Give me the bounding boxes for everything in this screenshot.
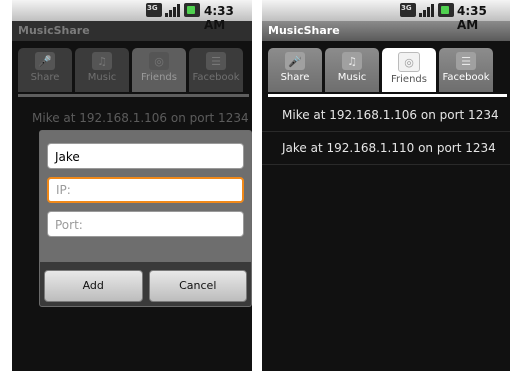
tab-label: Share	[30, 72, 60, 83]
mic-icon: 🎤	[285, 52, 305, 70]
status-time: 4:33 AM	[204, 4, 234, 32]
tab-bar: 🎤 Share ♫ Music ◎ Friends ☰ Facebook	[262, 41, 510, 94]
tab-share[interactable]: 🎤 Share	[18, 48, 72, 92]
tab-music[interactable]: ♫ Music	[75, 48, 129, 92]
status-icons	[146, 3, 200, 17]
add-button[interactable]: Add	[44, 270, 143, 302]
tab-share[interactable]: 🎤 Share	[268, 48, 322, 92]
status-icons	[400, 3, 454, 17]
tab-facebook[interactable]: ☰ Facebook	[189, 48, 243, 92]
friends-disc-icon: ◎	[149, 52, 169, 70]
tab-friends[interactable]: ◎ Friends	[382, 48, 436, 92]
friends-disc-icon: ◎	[398, 52, 420, 72]
music-note-icon: ♫	[92, 52, 112, 70]
status-bar: 4:35 AM	[262, 0, 510, 32]
tab-label: Facebook	[192, 72, 240, 83]
tab-label: Friends	[141, 72, 177, 83]
dialog-body: Jake IP: Port:	[40, 131, 251, 262]
port-field[interactable]: Port:	[47, 211, 244, 237]
add-friend-dialog: Jake IP: Port: Add Cancel	[39, 130, 252, 307]
tab-underline	[18, 94, 249, 97]
tab-label: Facebook	[442, 72, 490, 83]
battery-icon	[184, 3, 200, 17]
tab-label: Share	[280, 72, 310, 83]
tab-underline	[268, 94, 507, 97]
cancel-button[interactable]: Cancel	[148, 270, 247, 302]
name-field[interactable]: Jake	[47, 143, 244, 169]
left-phone-screen: 4:33 AM Music Share 🎤 Share ♫ Music ◎ Fri…	[12, 0, 252, 371]
ip-field[interactable]: IP:	[47, 177, 244, 203]
3g-icon	[400, 3, 416, 17]
friends-list: Mike at 192.168.1.106 on port 1234 Jake …	[262, 99, 510, 165]
tab-facebook[interactable]: ☰ Facebook	[439, 48, 493, 92]
tab-label: Friends	[391, 74, 427, 85]
tab-label: Music	[87, 72, 117, 83]
list-item[interactable]: Jake at 192.168.1.110 on port 1234	[262, 132, 510, 165]
status-time: 4:35 AM	[457, 4, 487, 32]
list-item[interactable]: Mike at 192.168.1.106 on port 1234	[262, 99, 510, 132]
signal-icon	[165, 3, 181, 17]
tab-label: Music	[337, 72, 367, 83]
battery-icon	[438, 3, 454, 17]
signal-icon	[419, 3, 435, 17]
music-note-icon: ♫	[342, 52, 362, 70]
tab-music[interactable]: ♫ Music	[325, 48, 379, 92]
3g-icon	[146, 3, 162, 17]
mic-icon: 🎤	[35, 52, 55, 70]
tab-bar: 🎤 Share ♫ Music ◎ Friends ☰ Facebook	[12, 41, 252, 94]
list-icon: ☰	[456, 52, 476, 70]
right-phone-screen: 4:35 AM Music Share 🎤 Share ♫ Music ◎ Fri…	[262, 0, 510, 371]
list-icon: ☰	[206, 52, 226, 70]
tab-friends[interactable]: ◎ Friends	[132, 48, 186, 92]
dialog-button-bar: Add Cancel	[40, 262, 251, 302]
status-bar: 4:33 AM	[12, 0, 252, 32]
